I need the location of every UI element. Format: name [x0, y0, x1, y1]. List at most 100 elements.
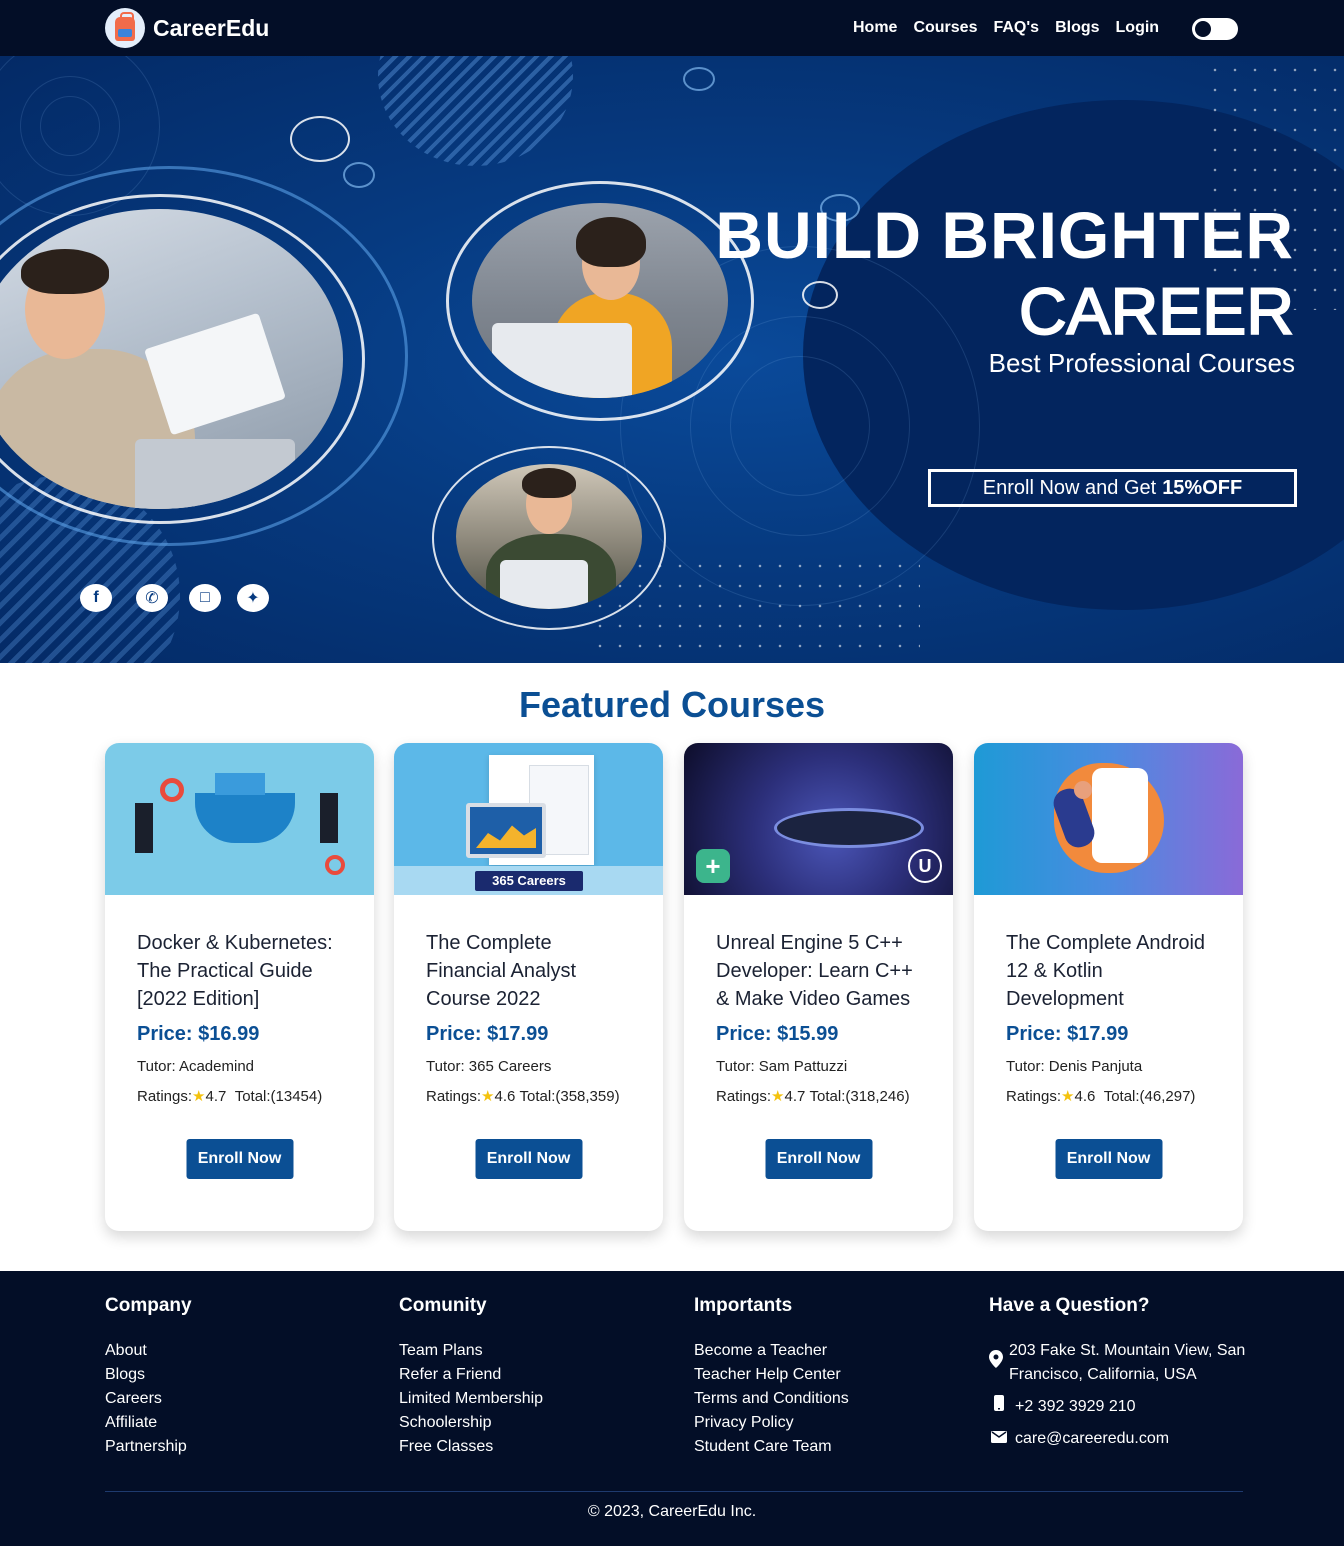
nav-links: Home Courses FAQ's Blogs Login	[853, 19, 1159, 37]
dark-mode-toggle[interactable]	[1192, 18, 1238, 40]
course-rating: Ratings:★4.6 Total:(358,359)	[426, 1087, 631, 1105]
footer-community-column: Comunity Team Plans Refer a Friend Limit…	[399, 1295, 543, 1459]
star-icon: ★	[1061, 1088, 1075, 1105]
featured-courses-heading: Featured Courses	[518, 684, 826, 725]
footer-link[interactable]: Terms and Conditions	[694, 1387, 849, 1411]
enroll-discount-button[interactable]: Enroll Now and Get 15%OFF	[928, 469, 1297, 507]
enroll-discount-amount: 15%OFF	[1162, 476, 1243, 499]
brand-logo[interactable]: CareerEdu	[105, 8, 269, 48]
location-pin-icon	[989, 1350, 1003, 1376]
footer-link[interactable]: Free Classes	[399, 1435, 543, 1459]
decor-ring	[290, 116, 350, 162]
footer-company-column: Company About Blogs Careers Affiliate Pa…	[105, 1295, 192, 1459]
course-thumbnail-unreal: + U	[684, 743, 953, 895]
rating-value: 4.7	[205, 1088, 227, 1105]
hero-photo-woman-laptop	[472, 203, 728, 398]
course-title[interactable]: The Complete Android 12 & Kotlin Develop…	[1006, 929, 1211, 1013]
footer-link[interactable]: Privacy Policy	[694, 1411, 849, 1435]
course-title[interactable]: Unreal Engine 5 C++ Developer: Learn C++…	[716, 929, 921, 1013]
rating-total: Total:(13454)	[234, 1088, 323, 1105]
footer-divider	[105, 1491, 1243, 1492]
course-price: Price: $17.99	[1006, 1023, 1129, 1045]
copyright-text: © 2023, CareerEdu Inc.	[587, 1503, 757, 1520]
nav-link-home[interactable]: Home	[853, 19, 897, 37]
footer-heading: Importants	[694, 1295, 793, 1316]
whatsapp-icon[interactable]: ✆	[136, 584, 168, 612]
envelope-icon	[989, 1427, 1009, 1451]
footer-link[interactable]: About	[105, 1339, 192, 1363]
nav-link-courses[interactable]: Courses	[913, 19, 977, 37]
footer-link[interactable]: Affiliate	[105, 1411, 192, 1435]
course-card[interactable]: Docker & Kubernetes: The Practical Guide…	[105, 743, 374, 1231]
contact-phone[interactable]: +2 392 3929 210	[1015, 1395, 1136, 1419]
footer-link[interactable]: Team Plans	[399, 1339, 543, 1363]
hero-photo-man-reading	[0, 209, 343, 509]
footer-link[interactable]: Schoolership	[399, 1411, 543, 1435]
hero-photo-man-headphones	[456, 464, 642, 609]
enroll-now-button[interactable]: Enroll Now	[765, 1139, 872, 1179]
nav-link-login[interactable]: Login	[1116, 19, 1160, 37]
course-image-caption: 365 Careers	[475, 871, 583, 891]
course-rating: Ratings:★4.7 Total:(13454)	[137, 1087, 342, 1105]
ratings-label: Ratings:	[1006, 1088, 1062, 1105]
contact-address: 203 Fake St. Mountain View, San Francisc…	[1009, 1342, 1246, 1383]
nav-link-blogs[interactable]: Blogs	[1055, 19, 1099, 37]
rating-value: 4.6	[494, 1088, 516, 1105]
enroll-discount-text: Enroll Now and Get	[982, 476, 1157, 499]
mobile-phone-icon	[989, 1395, 1009, 1419]
ratings-label: Ratings:	[137, 1088, 193, 1105]
footer-link[interactable]: Student Care Team	[694, 1435, 849, 1459]
course-thumbnail-financial: 365 Careers	[394, 743, 663, 895]
ratings-label: Ratings:	[426, 1088, 482, 1105]
facebook-icon[interactable]: f	[80, 584, 112, 612]
star-icon: ★	[192, 1088, 206, 1105]
course-title[interactable]: Docker & Kubernetes: The Practical Guide…	[137, 929, 342, 1013]
footer-link[interactable]: Become a Teacher	[694, 1339, 849, 1363]
course-title[interactable]: The Complete Financial Analyst Course 20…	[426, 929, 631, 1013]
footer-heading: Company	[105, 1295, 192, 1316]
footer-heading: Comunity	[399, 1295, 487, 1316]
footer-contact-column: Have a Question? 203 Fake St. Mountain V…	[989, 1295, 1249, 1459]
twitter-icon[interactable]: ✦	[237, 584, 269, 612]
course-card[interactable]: The Complete Android 12 & Kotlin Develop…	[974, 743, 1243, 1231]
rating-total: Total:(358,359)	[519, 1088, 620, 1105]
footer-importants-column: Importants Become a Teacher Teacher Help…	[694, 1295, 849, 1459]
decor-ring	[343, 162, 375, 188]
hero-title-line2: CAREER	[1018, 274, 1295, 348]
contact-email[interactable]: care@careeredu.com	[1015, 1427, 1169, 1451]
footer-link[interactable]: Careers	[105, 1387, 192, 1411]
decor-striped-circle	[378, 56, 573, 166]
decor-ring	[683, 67, 715, 91]
top-navbar: CareerEdu Home Courses FAQ's Blogs Login	[0, 0, 1344, 56]
enroll-now-button[interactable]: Enroll Now	[475, 1139, 582, 1179]
toggle-knob	[1195, 21, 1211, 37]
hero-banner: BUILD BRIGHTER CAREER Best Professional …	[0, 56, 1344, 663]
course-rating: Ratings:★4.7 Total:(318,246)	[716, 1087, 921, 1105]
course-price: Price: $15.99	[716, 1023, 839, 1045]
course-thumbnail-docker	[105, 743, 374, 895]
instagram-icon[interactable]: □	[189, 584, 221, 612]
footer-link[interactable]: Blogs	[105, 1363, 192, 1387]
course-thumbnail-android	[974, 743, 1243, 895]
footer-link[interactable]: Teacher Help Center	[694, 1363, 849, 1387]
rating-total: Total:(318,246)	[809, 1088, 910, 1105]
enroll-now-button[interactable]: Enroll Now	[186, 1139, 293, 1179]
brand-name: CareerEdu	[153, 14, 270, 41]
course-tutor: Tutor: 365 Careers	[426, 1058, 552, 1075]
nav-link-faqs[interactable]: FAQ's	[993, 19, 1039, 37]
rating-value: 4.7	[784, 1088, 806, 1105]
ratings-label: Ratings:	[716, 1088, 772, 1105]
course-card[interactable]: 365 Careers The Complete Financial Analy…	[394, 743, 663, 1231]
footer-link[interactable]: Limited Membership	[399, 1387, 543, 1411]
course-card[interactable]: + U Unreal Engine 5 C++ Developer: Learn…	[684, 743, 953, 1231]
course-rating: Ratings:★4.6 Total:(46,297)	[1006, 1087, 1211, 1105]
site-footer: Company About Blogs Careers Affiliate Pa…	[0, 1271, 1344, 1546]
footer-link[interactable]: Refer a Friend	[399, 1363, 543, 1387]
star-icon: ★	[771, 1088, 785, 1105]
course-tutor: Tutor: Academind	[137, 1058, 255, 1075]
enroll-now-button[interactable]: Enroll Now	[1055, 1139, 1162, 1179]
star-icon: ★	[481, 1088, 495, 1105]
school-bag-logo-icon	[105, 8, 145, 48]
course-price: Price: $17.99	[426, 1023, 549, 1045]
footer-link[interactable]: Partnership	[105, 1435, 192, 1459]
